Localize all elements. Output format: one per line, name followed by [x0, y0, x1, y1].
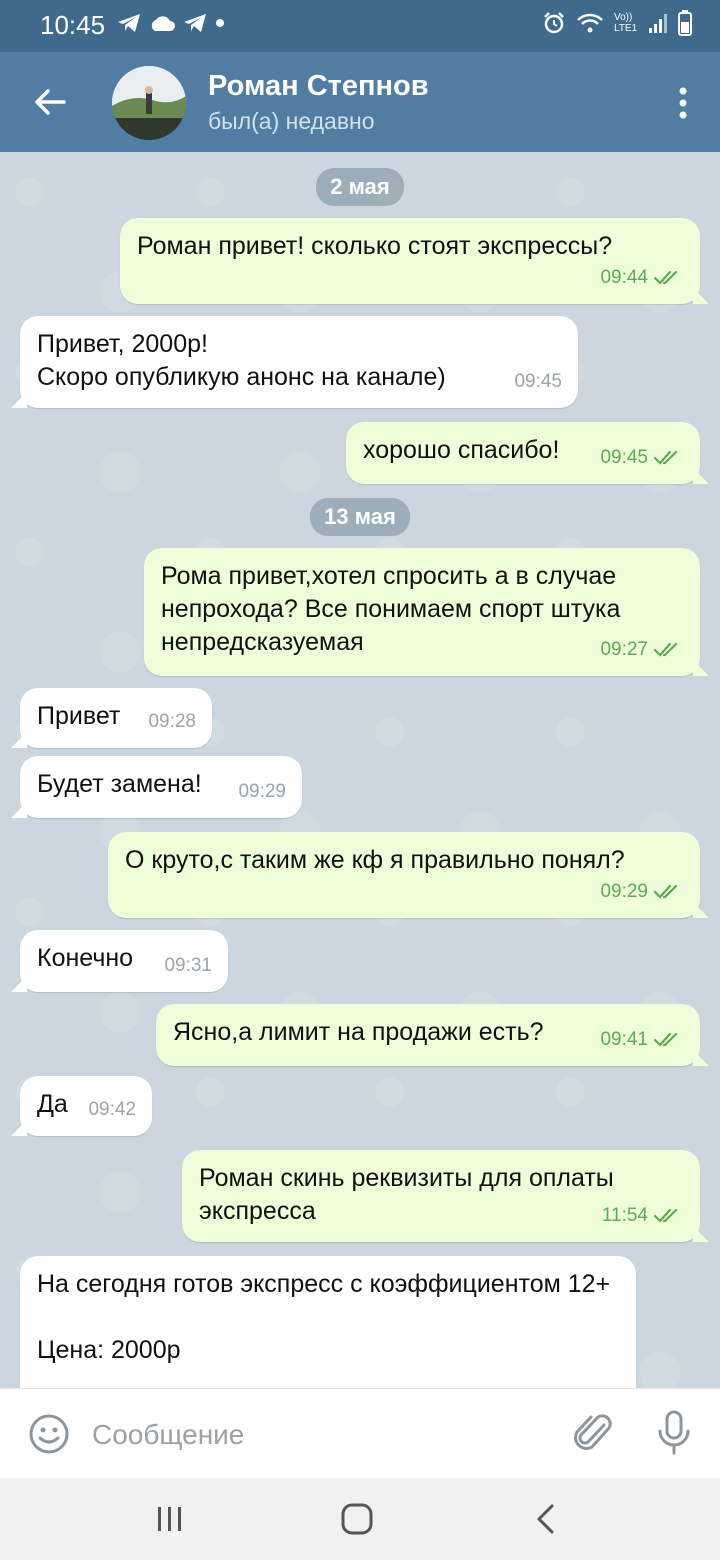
notification-icons — [116, 12, 226, 34]
message-time: 11:54 — [601, 1205, 648, 1226]
message-text: Привет, 2000р! Скоро опубликую анонс на … — [37, 330, 446, 391]
contact-name[interactable]: Роман Степнов — [208, 70, 429, 103]
avatar[interactable] — [112, 66, 186, 140]
outgoing-message[interactable]: Роман скинь реквизиты для оплаты экспрес… — [182, 1150, 700, 1242]
emoji-icon[interactable] — [28, 1413, 70, 1455]
double-check-icon — [654, 884, 678, 899]
telegram-icon — [184, 14, 206, 32]
message-text: О круто,с таким же кф я правильно понял? — [125, 846, 625, 874]
message-time: 09:29 — [238, 781, 286, 802]
system-icons: Vo)) LTE1 — [542, 10, 692, 36]
telegram-icon — [118, 14, 140, 32]
message-text: На сегодня готов экспресс с коэффициенто… — [37, 1270, 611, 1364]
status-bar: 10:45 Vo)) LTE1 — [0, 0, 720, 52]
message-meta: 09:29 — [238, 775, 286, 808]
battery-icon — [678, 10, 692, 36]
home-icon[interactable] — [340, 1502, 374, 1536]
incoming-message[interactable]: Конечно 09:31 — [20, 930, 228, 992]
message-input[interactable]: Сообщение — [92, 1419, 244, 1451]
date-separator: 13 мая — [0, 498, 720, 536]
double-check-icon — [654, 1032, 678, 1047]
message-time: 09:45 — [600, 447, 648, 468]
message-meta: 09:28 — [148, 705, 196, 738]
message-composer: Сообщение — [0, 1388, 720, 1479]
message-meta: 11:54 — [602, 1199, 684, 1232]
network-label: Vo)) LTE1 — [614, 12, 638, 34]
recent-apps-icon[interactable] — [154, 1504, 186, 1534]
signal-icon — [649, 14, 667, 33]
message-meta: 09:42 — [88, 1093, 136, 1126]
dot-icon — [216, 19, 224, 27]
more-options-icon[interactable] — [676, 86, 690, 120]
avatar-photo — [112, 66, 186, 140]
system-navigation-bar — [0, 1478, 720, 1560]
chat-header: Роман Степнов был(а) недавно — [0, 52, 720, 152]
message-list[interactable]: 2 мая Роман привет! сколько стоят экспре… — [0, 152, 720, 1388]
date-label: 13 мая — [310, 498, 410, 536]
message-meta: 09:41 — [600, 1023, 684, 1056]
outgoing-message[interactable]: хорошо спасибо! 09:45 — [346, 422, 700, 484]
date-separator: 2 мая — [0, 168, 720, 206]
message-meta: 09:45 — [514, 365, 562, 398]
wifi-icon — [577, 13, 603, 33]
message-meta: 09:44 — [600, 261, 684, 294]
message-time: 09:41 — [600, 1029, 648, 1050]
message-time: 09:45 — [514, 371, 562, 392]
incoming-message[interactable]: Привет 09:28 — [20, 688, 212, 748]
message-time: 09:42 — [88, 1099, 136, 1120]
paperclip-icon[interactable] — [574, 1411, 614, 1455]
incoming-message[interactable]: Будет замена! 09:29 — [20, 756, 302, 818]
outgoing-message[interactable]: Рома привет,хотел спросить а в случае не… — [144, 548, 700, 676]
status-time: 10:45 — [40, 10, 106, 40]
date-label: 2 мая — [316, 168, 404, 206]
back-arrow-icon[interactable] — [30, 82, 70, 122]
message-time: 09:31 — [164, 955, 212, 976]
message-meta: 09:27 — [600, 633, 684, 666]
contact-status: был(а) недавно — [208, 108, 375, 134]
microphone-icon[interactable] — [656, 1409, 692, 1457]
outgoing-message[interactable]: Роман привет! сколько стоят экспрессы? 0… — [120, 218, 700, 304]
incoming-message[interactable]: Привет, 2000р! Скоро опубликую анонс на … — [20, 316, 578, 408]
message-time: 09:28 — [148, 711, 196, 732]
incoming-message[interactable]: Да 09:42 — [20, 1076, 152, 1136]
message-meta: 09:29 — [600, 875, 684, 908]
message-meta: 09:31 — [164, 949, 212, 982]
double-check-icon — [654, 642, 678, 657]
cloud-icon — [151, 16, 175, 31]
message-time: 09:29 — [600, 881, 648, 902]
outgoing-message[interactable]: Ясно,а лимит на продажи есть? 09:41 — [156, 1004, 700, 1066]
message-time: 09:27 — [600, 639, 648, 660]
message-text: Роман привет! сколько стоят экспрессы? — [137, 232, 613, 260]
message-meta: 09:45 — [600, 441, 684, 474]
double-check-icon — [654, 1208, 678, 1223]
outgoing-message[interactable]: О круто,с таким же кф я правильно понял?… — [108, 832, 700, 918]
alarm-icon — [544, 12, 564, 34]
incoming-message[interactable]: На сегодня готов экспресс с коэффициенто… — [20, 1256, 636, 1388]
back-icon[interactable] — [532, 1502, 560, 1536]
double-check-icon — [654, 270, 678, 285]
double-check-icon — [654, 450, 678, 465]
message-time: 09:44 — [600, 267, 648, 288]
